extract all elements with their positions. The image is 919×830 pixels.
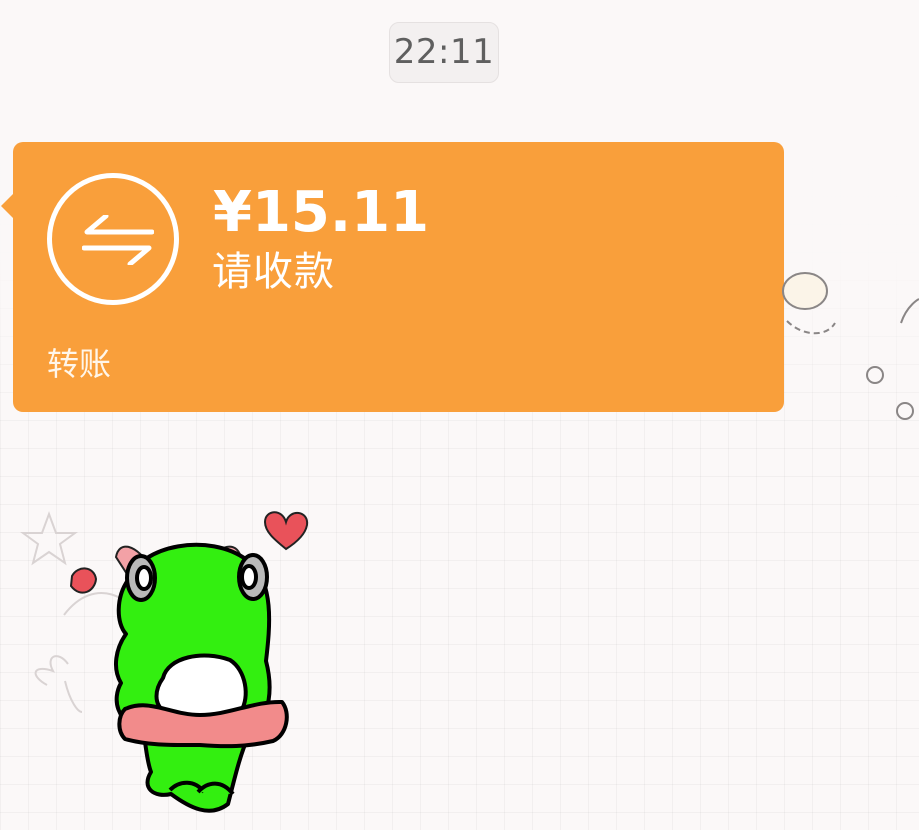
transfer-status: 请收款 (212, 249, 335, 295)
transfer-footer-label: 转账 (47, 345, 112, 383)
background-decoration (775, 265, 919, 445)
message-timestamp: 22:11 (389, 22, 499, 83)
next-message-preview (480, 818, 840, 830)
transfer-arrows-icon (47, 173, 179, 305)
transfer-message-card[interactable]: ¥15.11 请收款 转账 (1, 142, 784, 412)
green-frog-sticker[interactable] (20, 480, 320, 825)
transfer-amount: ¥15.11 (213, 180, 430, 245)
